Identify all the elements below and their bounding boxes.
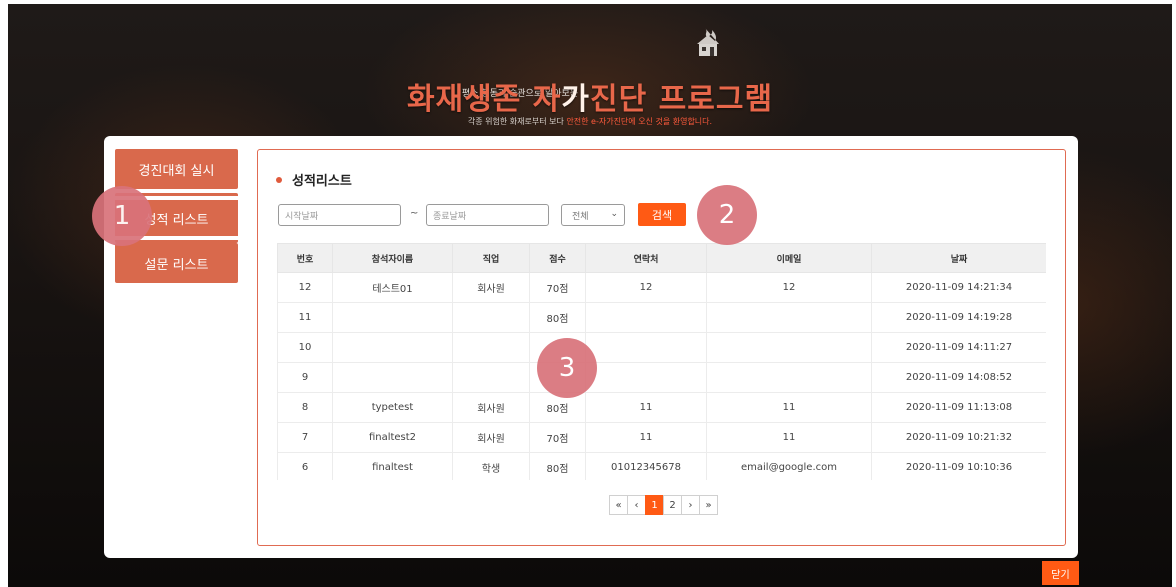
- start-date-input[interactable]: 시작날짜: [278, 204, 401, 226]
- table-cell: [452, 332, 530, 363]
- table-cell: email@google.com: [706, 452, 872, 480]
- table-cell: 70점: [529, 272, 586, 303]
- table-cell: [706, 332, 872, 363]
- score-table-container[interactable]: 번호 참석자이름 직업 점수 연락처 이메일 날짜 12 테스트01 회사원 70점 12 12 202…: [277, 243, 1046, 480]
- annotation-badge-2: 2: [697, 185, 757, 245]
- table-cell: 2020-11-09 14:11:27: [871, 332, 1046, 363]
- first-page-button[interactable]: «: [609, 495, 628, 515]
- section-title: 성적리스트: [276, 170, 352, 189]
- chevron-down-icon: ⌄: [610, 209, 618, 219]
- table-row[interactable]: 9 2020-11-09 14:08:52: [277, 362, 1046, 393]
- table-cell: [706, 302, 872, 333]
- table-cell: 12: [585, 272, 707, 303]
- table-cell: finaltest2: [332, 422, 453, 453]
- table-cell: 2020-11-09 14:19:28: [871, 302, 1046, 333]
- table-cell: 12: [706, 272, 872, 303]
- page-button-1[interactable]: 1: [645, 495, 664, 515]
- close-button[interactable]: 닫기: [1042, 561, 1079, 585]
- header-tagline: 각종 위험한 화재로부터 보다 안전한 e-자가진단에 오신 것을 환영합니다.: [467, 117, 713, 126]
- table-cell: 8: [277, 392, 333, 423]
- table-row[interactable]: 10 2020-11-09 14:11:27: [277, 332, 1046, 363]
- table-cell: 2020-11-09 10:10:36: [871, 452, 1046, 480]
- table-cell: 70점: [529, 422, 586, 453]
- table-cell: 80점: [529, 302, 586, 333]
- table-body: 12 테스트01 회사원 70점 12 12 2020-11-09 14:21:34 11 80…: [277, 272, 1046, 480]
- table-row[interactable]: 12 테스트01 회사원 70점 12 12 2020-11-09 14:21:34: [277, 272, 1046, 303]
- last-page-button[interactable]: »: [699, 495, 718, 515]
- score-table: 번호 참석자이름 직업 점수 연락처 이메일 날짜 12 테스트01 회사원 70점 12 12 202…: [277, 243, 1046, 480]
- burning-house-icon: [697, 28, 719, 56]
- table-cell: 11: [585, 392, 707, 423]
- table-cell: typetest: [332, 392, 453, 423]
- column-header: 이메일: [706, 243, 872, 273]
- table-row[interactable]: 7 finaltest2 회사원 70점 11 11 2020-11-09 10:21:32: [277, 422, 1046, 453]
- table-cell: [332, 362, 453, 393]
- search-button[interactable]: 검색: [638, 203, 686, 226]
- table-cell: 80점: [529, 452, 586, 480]
- table-header-row: 번호 참석자이름 직업 점수 연락처 이메일 날짜: [277, 243, 1046, 273]
- category-select[interactable]: 전체 ⌄: [561, 204, 625, 226]
- sidebar-item-label: 경진대회 실시: [138, 163, 215, 179]
- table-cell: 2020-11-09 14:21:34: [871, 272, 1046, 303]
- table-cell: [452, 302, 530, 333]
- table-cell: [585, 362, 707, 393]
- table-row[interactable]: 8 typetest 회사원 80점 11 11 2020-11-09 11:13:08: [277, 392, 1046, 423]
- table-cell: 11: [585, 422, 707, 453]
- pagination: « ‹ 1 2 › »: [609, 495, 718, 515]
- column-header: 점수: [529, 243, 586, 273]
- column-header: 연락처: [585, 243, 707, 273]
- next-page-button[interactable]: ›: [681, 495, 700, 515]
- column-header: 날짜: [871, 243, 1046, 273]
- table-cell: [585, 302, 707, 333]
- table-cell: [452, 362, 530, 393]
- table-cell: finaltest: [332, 452, 453, 480]
- column-header: 직업: [452, 243, 530, 273]
- table-cell: 11: [706, 392, 872, 423]
- table-cell: 01012345678: [585, 452, 707, 480]
- table-cell: 12: [277, 272, 333, 303]
- content-panel: 경진대회 실시 성적 리스트 설문 리스트 성적리스트 시작날짜 ~ 종료날짜 …: [104, 136, 1078, 558]
- table-cell: [332, 302, 453, 333]
- column-header: 번호: [277, 243, 333, 273]
- table-cell: [332, 332, 453, 363]
- prev-page-button[interactable]: ‹: [627, 495, 646, 515]
- table-cell: 2020-11-09 11:13:08: [871, 392, 1046, 423]
- sidebar-item-contest[interactable]: 경진대회 실시: [115, 149, 238, 189]
- annotation-badge-3: 3: [537, 338, 597, 398]
- sidebar-item-survey[interactable]: 설문 리스트: [115, 243, 238, 283]
- table-cell: 테스트01: [332, 272, 453, 303]
- table-cell: 회사원: [452, 272, 530, 303]
- sidebar-item-label: 설문 리스트: [144, 257, 209, 273]
- table-cell: [706, 362, 872, 393]
- column-header: 참석자이름: [332, 243, 453, 273]
- table-row[interactable]: 6 finaltest 학생 80점 01012345678 email@google.c…: [277, 452, 1046, 480]
- end-date-input[interactable]: 종료날짜: [426, 204, 549, 226]
- table-cell: 회사원: [452, 422, 530, 453]
- table-cell: 2020-11-09 10:21:32: [871, 422, 1046, 453]
- table-cell: 6: [277, 452, 333, 480]
- table-cell: 7: [277, 422, 333, 453]
- table-row[interactable]: 11 80점 2020-11-09 14:19:28: [277, 302, 1046, 333]
- table-cell: 회사원: [452, 392, 530, 423]
- table-cell: [585, 332, 707, 363]
- sidebar-item-label: 성적 리스트: [144, 212, 209, 228]
- bullet-icon: [276, 176, 282, 183]
- main-content: 성적리스트 시작날짜 ~ 종료날짜 전체 ⌄ 검색 번호 참석자이름 직업 점수 연락처 이…: [257, 149, 1066, 546]
- table-cell: 2020-11-09 14:08:52: [871, 362, 1046, 393]
- table-cell: 10: [277, 332, 333, 363]
- table-cell: 학생: [452, 452, 530, 480]
- date-range-tilde: ~: [410, 208, 419, 219]
- table-cell: 80점: [529, 392, 586, 423]
- annotation-badge-1: 1: [92, 186, 152, 246]
- table-cell: 11: [706, 422, 872, 453]
- table-cell: 11: [277, 302, 333, 333]
- header-title: 화재생존 자가진단 프로그램: [406, 82, 774, 117]
- table-cell: 9: [277, 362, 333, 393]
- page-button-2[interactable]: 2: [663, 495, 682, 515]
